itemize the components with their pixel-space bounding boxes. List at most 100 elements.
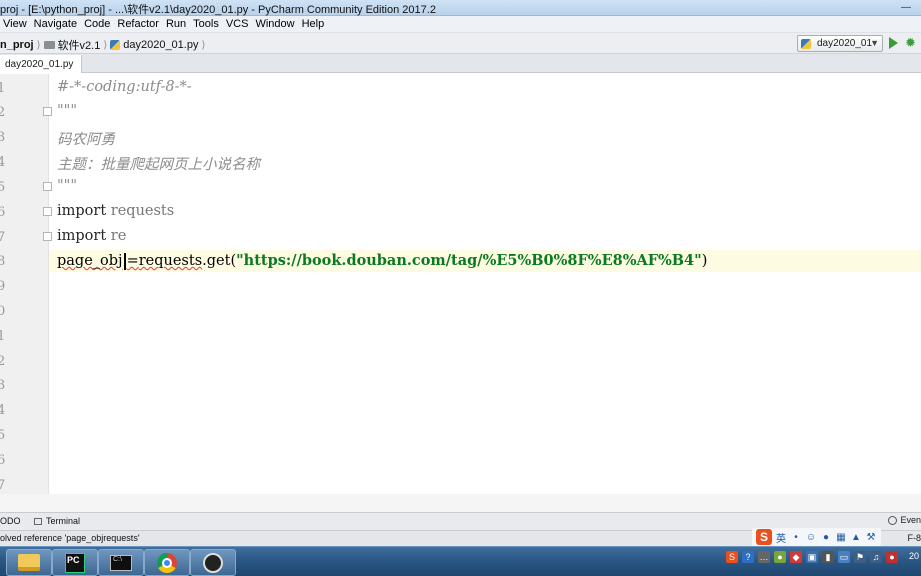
help-icon[interactable]: ? <box>742 551 754 563</box>
editor-bottom-area <box>0 494 921 512</box>
breadcrumb-separator-icon: ⟩ <box>201 39 206 51</box>
code-line-4: 主题：批量爬起网页上小说名称 <box>57 157 260 173</box>
code-line-7: import re <box>57 228 126 244</box>
obs-icon <box>203 552 223 573</box>
line-number: 1 <box>0 81 6 96</box>
minimize-icon[interactable]: — <box>891 0 921 15</box>
code-line-2: """ <box>57 103 78 119</box>
fold-marker-icon[interactable] <box>43 182 52 191</box>
menu-run[interactable]: Run <box>163 16 189 32</box>
record-icon[interactable]: ● <box>886 551 898 563</box>
closing-paren: ) <box>701 253 708 269</box>
fold-marker-icon[interactable] <box>43 207 52 216</box>
tools-icon[interactable]: ⚒ <box>865 531 877 543</box>
line-number: 7 <box>0 230 6 245</box>
fold-marker-icon[interactable] <box>43 107 52 116</box>
menu-window[interactable]: Window <box>252 16 297 32</box>
debug-icon[interactable]: ✹ <box>905 36 916 50</box>
menu-tools[interactable]: Tools <box>190 16 222 32</box>
line-number: 5 <box>0 180 6 195</box>
breadcrumb-project[interactable]: n_proj <box>0 39 34 51</box>
breadcrumb-separator-icon: ⟩ <box>36 39 41 51</box>
code-line-6: import requests <box>57 203 174 219</box>
antivirus-icon[interactable]: ◆ <box>790 551 802 563</box>
line-number: 9 <box>0 279 6 294</box>
navigation-bar: n_proj ⟩ 软件v2.1 ⟩ day2020_01.py ⟩ day202… <box>0 33 921 54</box>
keyword-import: import <box>57 203 107 219</box>
taskbar-cmd[interactable]: C:\ <box>98 549 144 576</box>
code-line-1: #-*-coding:utf-8-*- <box>57 79 192 95</box>
line-number: 2 <box>0 354 6 369</box>
volume-icon[interactable]: ♫ <box>870 551 882 563</box>
menu-refactor[interactable]: Refactor <box>114 16 162 32</box>
emoji-icon[interactable]: ☺ <box>805 531 817 543</box>
breadcrumb-file[interactable]: day2020_01.py <box>110 39 198 51</box>
taskbar-explorer[interactable] <box>6 549 52 576</box>
python-file-icon <box>801 38 811 49</box>
punctuation-icon[interactable]: • <box>790 531 802 543</box>
monitor-icon[interactable]: ▣ <box>806 551 818 563</box>
line-number-gutter: 1 2 3 4 5 6 7 8 9 0 1 2 3 4 5 6 7 <box>0 74 49 494</box>
security-icon[interactable]: ● <box>774 551 786 563</box>
terminal-icon: C:\ <box>110 554 132 571</box>
taskbar-obs[interactable] <box>190 549 236 576</box>
menu-code[interactable]: Code <box>81 16 113 32</box>
todo-tool-button[interactable]: ODO <box>0 516 21 526</box>
windows-taskbar: PC C:\ S ? … ● ◆ ▣ ▮ ▭ ⚑ ♫ ● 20 <box>0 546 921 576</box>
usb-icon[interactable]: ▮ <box>822 551 834 563</box>
code-line-3: 码农阿勇 <box>57 132 115 148</box>
line-number: 2 <box>0 105 6 120</box>
event-log-button[interactable]: Even <box>888 515 921 525</box>
line-number: 0 <box>0 304 6 319</box>
menu-help[interactable]: Help <box>299 16 328 32</box>
unresolved-reference: requests <box>138 253 203 269</box>
breadcrumb-folder[interactable]: 软件v2.1 <box>43 37 101 53</box>
menu-navigate[interactable]: Navigate <box>31 16 80 32</box>
terminal-label: Terminal <box>46 516 81 526</box>
file-encoding[interactable]: F-8 <box>908 533 921 543</box>
editor-tab-bar: day2020_01.py <box>0 54 921 73</box>
chrome-icon <box>157 552 177 573</box>
event-log-icon <box>888 515 898 525</box>
folder-icon <box>18 554 40 571</box>
window-title: proj - [E:\python_proj] - ...\软件v2.1\day… <box>0 4 436 16</box>
folder-icon <box>43 41 55 49</box>
system-tray: S ? … ● ◆ ▣ ▮ ▭ ⚑ ♫ ● <box>726 551 898 563</box>
method-call: .get( <box>202 253 237 269</box>
ime-language-toggle[interactable]: 英 <box>775 531 787 545</box>
flag-icon[interactable]: ⚑ <box>854 551 866 563</box>
line-number: 8 <box>0 254 6 269</box>
window-controls: — <box>891 0 921 15</box>
breadcrumb: n_proj ⟩ 软件v2.1 ⟩ day2020_01.py ⟩ <box>0 37 208 53</box>
run-configuration-select[interactable]: day2020_01 ▼ <box>797 35 883 52</box>
taskbar-chrome[interactable] <box>144 549 190 576</box>
text-caret <box>123 252 126 270</box>
network-icon[interactable]: … <box>758 551 770 563</box>
terminal-tool-button[interactable]: Terminal <box>34 516 80 526</box>
breadcrumb-folder-label: 软件v2.1 <box>57 40 101 52</box>
menu-view[interactable]: View <box>0 16 30 32</box>
microphone-icon[interactable]: ● <box>820 531 832 543</box>
tab-day2020-01[interactable]: day2020_01.py <box>0 55 82 73</box>
code-editor[interactable]: 1 2 3 4 5 6 7 8 9 0 1 2 3 4 5 6 7 #-*-co… <box>0 74 921 494</box>
line-number: 5 <box>0 428 6 443</box>
chevron-down-icon: ▼ <box>870 38 879 48</box>
display-icon[interactable]: ▭ <box>838 551 850 563</box>
keyboard-icon[interactable]: ▦ <box>835 531 847 543</box>
pycharm-icon: PC <box>65 552 85 573</box>
run-icon[interactable] <box>889 37 898 49</box>
event-log-label: Even <box>900 515 921 525</box>
taskbar-pycharm[interactable]: PC <box>52 549 98 576</box>
line-number: 6 <box>0 453 6 468</box>
line-number: 4 <box>0 155 6 170</box>
fold-marker-icon[interactable] <box>43 232 52 241</box>
taskbar-clock[interactable]: 20 <box>909 551 919 562</box>
menu-vcs[interactable]: VCS <box>223 16 252 32</box>
window-titlebar: proj - [E:\python_proj] - ...\软件v2.1\day… <box>0 0 921 16</box>
sogou-tray-icon[interactable]: S <box>726 551 738 563</box>
sogou-logo-icon[interactable]: S <box>756 529 772 545</box>
skin-icon[interactable]: ▲ <box>850 531 862 543</box>
status-message: olved reference 'page_objrequests' <box>0 533 140 543</box>
keyword-import: import <box>57 228 107 244</box>
line-number: 7 <box>0 478 6 493</box>
